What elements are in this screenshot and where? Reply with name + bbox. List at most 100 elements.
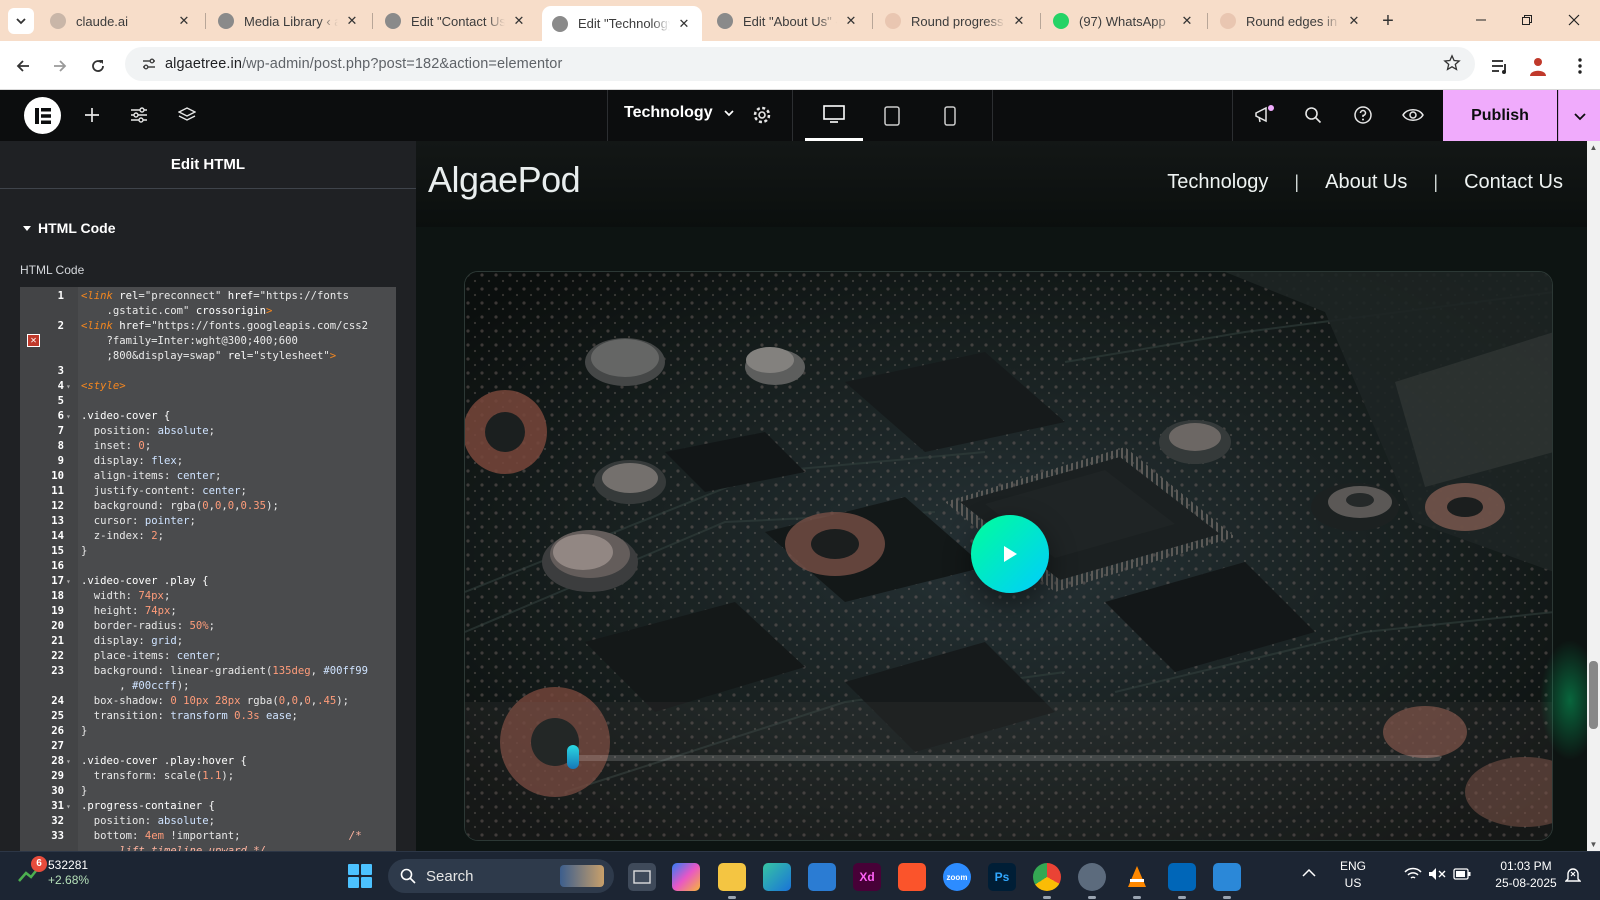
fold-toggle-icon[interactable]: ▾ — [66, 754, 71, 769]
close-icon[interactable]: ✕ — [344, 13, 360, 29]
bookmark-star-icon[interactable] — [1443, 54, 1463, 74]
vscode-icon[interactable] — [1168, 863, 1196, 899]
browser-tab-active[interactable]: Edit "Technology" ‹ algaetree ✕ — [542, 6, 702, 41]
help-button[interactable] — [1351, 103, 1375, 127]
code-line[interactable]: 30} — [20, 784, 396, 799]
code-line[interactable]: 27 — [20, 739, 396, 754]
fold-toggle-icon[interactable]: ▾ — [66, 379, 71, 394]
code-line[interactable]: , #00ccff); — [20, 679, 396, 694]
browser-tab[interactable]: Edit "About Us" ‹ algaetree ✕ — [707, 6, 869, 36]
browser-tab[interactable]: Media Library ‹ algaetree — WordPress ✕ — [208, 6, 370, 36]
nav-link-contact-us[interactable]: Contact Us — [1464, 171, 1563, 194]
code-line[interactable]: 12 background: rgba(0,0,0,0.35); — [20, 499, 396, 514]
play-button[interactable] — [971, 515, 1049, 593]
code-line[interactable]: 8 inset: 0; — [20, 439, 396, 454]
battery-icon[interactable] — [1453, 868, 1471, 885]
finder-button[interactable] — [1301, 103, 1325, 127]
code-line[interactable]: 25 transition: transform 0.3s ease; — [20, 709, 396, 724]
desktop-view-button[interactable] — [805, 90, 863, 141]
publish-options-button[interactable] — [1558, 90, 1600, 141]
browser-tab[interactable]: Round progress bar ✕ — [875, 6, 1037, 36]
browser-tab[interactable]: claude.ai ✕ — [40, 6, 202, 36]
start-button[interactable] — [348, 864, 372, 888]
code-line[interactable]: 5 — [20, 394, 396, 409]
page-settings-button[interactable] — [750, 103, 774, 127]
language-indicator[interactable]: ENG US — [1340, 858, 1366, 892]
code-line[interactable]: 7 position: absolute; — [20, 424, 396, 439]
preview-button[interactable] — [1401, 103, 1425, 127]
task-view-icon[interactable] — [628, 863, 656, 891]
reload-button[interactable] — [85, 53, 111, 79]
zoom-icon[interactable]: zoom — [943, 863, 971, 891]
video-progress-bar[interactable] — [571, 755, 1441, 761]
code-line[interactable]: 28 ▾ .video-cover .play:hover { — [20, 754, 396, 769]
browser-tab[interactable]: Edit "Contact Us" ‹ algaetree ✕ — [375, 6, 537, 36]
close-window-button[interactable] — [1559, 8, 1589, 32]
code-line[interactable]: 14 z-index: 2; — [20, 529, 396, 544]
code-line[interactable]: 23 background: linear-gradient(135deg, #… — [20, 664, 396, 679]
close-icon[interactable]: ✕ — [843, 13, 859, 29]
volume-muted-icon[interactable] — [1428, 867, 1446, 886]
structure-button[interactable] — [175, 103, 199, 127]
code-line[interactable]: 4 ▾ <style> — [20, 379, 396, 394]
scroll-up-icon[interactable]: ▲ — [1589, 143, 1598, 152]
code-line[interactable]: 16 — [20, 559, 396, 574]
elementor-logo[interactable] — [24, 97, 61, 134]
fold-toggle-icon[interactable]: ▾ — [66, 574, 71, 589]
code-line[interactable]: 15} — [20, 544, 396, 559]
code-line[interactable]: 3 — [20, 364, 396, 379]
notepad-icon[interactable] — [1213, 863, 1241, 899]
scroll-down-icon[interactable]: ▼ — [1589, 840, 1598, 849]
add-element-button[interactable] — [80, 103, 104, 127]
fold-toggle-icon[interactable]: ▾ — [66, 799, 71, 814]
code-line[interactable]: 1 <link rel="preconnect" href="https://fo… — [20, 289, 396, 304]
code-line[interactable]: 6 ▾ .video-cover { — [20, 409, 396, 424]
site-logo-text[interactable]: AlgaePod — [428, 159, 581, 201]
restore-button[interactable] — [1512, 8, 1542, 32]
code-line[interactable]: 22 place-items: center; — [20, 649, 396, 664]
copilot-icon[interactable] — [672, 863, 700, 891]
site-settings-button[interactable] — [127, 103, 151, 127]
nav-link-technology[interactable]: Technology — [1167, 171, 1268, 194]
address-bar[interactable]: algaetree.in/wp-admin/post.php?post=182&… — [125, 47, 1475, 81]
close-icon[interactable]: ✕ — [176, 13, 192, 29]
minimize-button[interactable] — [1466, 8, 1496, 32]
page-selector[interactable]: Technology — [624, 104, 735, 122]
preview-canvas[interactable]: AlgaePod Technology | About Us | Contact… — [416, 141, 1587, 851]
code-line[interactable]: 9 display: flex; — [20, 454, 396, 469]
forward-button[interactable] — [47, 53, 73, 79]
tablet-view-button[interactable] — [863, 90, 921, 141]
canvas-scrollbar[interactable]: ▲ ▼ — [1587, 141, 1600, 851]
close-icon[interactable]: ✕ — [511, 13, 527, 29]
browser-tab[interactable]: Round edges in video ✕ — [1210, 6, 1372, 36]
notification-bell-icon[interactable] — [1564, 866, 1582, 889]
code-line[interactable]: 19 height: 74px; — [20, 604, 396, 619]
tab-search-button[interactable] — [8, 8, 34, 34]
code-line[interactable]: .gstatic.com" crossorigin> — [20, 304, 396, 319]
vlc-icon[interactable] — [1123, 863, 1151, 899]
store-icon[interactable] — [808, 863, 836, 891]
code-line[interactable]: 33 bottom: 4em !important; /* — [20, 829, 396, 844]
code-editor[interactable]: 1 <link rel="preconnect" href="https://fo… — [20, 287, 396, 851]
show-hidden-icons[interactable] — [1302, 866, 1316, 883]
code-line[interactable]: 18 width: 74px; — [20, 589, 396, 604]
site-info-icon[interactable] — [133, 56, 165, 72]
brave-icon[interactable] — [898, 863, 926, 891]
notifications-button[interactable] — [1252, 103, 1276, 127]
back-button[interactable] — [10, 53, 36, 79]
code-line[interactable]: 24 box-shadow: 0 10px 28px rgba(0,0,0,.4… — [20, 694, 396, 709]
file-explorer-icon[interactable] — [718, 863, 746, 899]
code-line[interactable]: lift timeline upward */ — [20, 844, 396, 851]
mobile-view-button[interactable] — [921, 90, 979, 141]
video-player[interactable] — [464, 271, 1553, 841]
taskbar-search[interactable]: Search — [388, 859, 614, 893]
publish-button[interactable]: Publish — [1443, 90, 1557, 141]
edge-icon[interactable] — [763, 863, 791, 891]
photoshop-icon[interactable]: Ps — [988, 863, 1016, 891]
new-tab-button[interactable]: + — [1376, 9, 1400, 33]
browser-tab[interactable]: (97) WhatsApp ✕ — [1043, 6, 1205, 36]
code-line[interactable]: 32 position: absolute; — [20, 814, 396, 829]
code-line[interactable]: 11 justify-content: center; — [20, 484, 396, 499]
nav-link-about-us[interactable]: About Us — [1325, 171, 1407, 194]
code-line[interactable]: 21 display: grid; — [20, 634, 396, 649]
